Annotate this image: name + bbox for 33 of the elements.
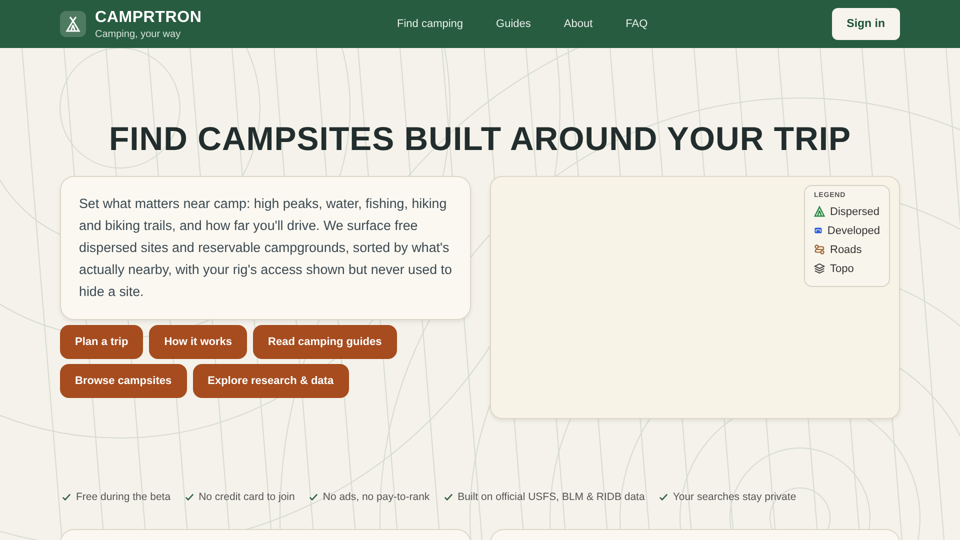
check-icon [184,493,194,501]
legend-label: Developed [827,224,880,236]
action-button[interactable]: Plan a trip [60,325,144,359]
tagline: Camping, your way [95,28,182,40]
tent-icon [814,206,825,217]
layers-icon [814,263,825,274]
building-icon [814,225,822,236]
action-button[interactable]: Read camping guides [253,325,397,359]
check-icon [658,493,668,501]
legend-label: Roads [830,244,862,256]
benefit-text: No ads, no pay-to-rank [322,491,430,503]
nav-link[interactable]: Guides [496,18,531,30]
legend-label: Topo [830,262,854,274]
check-icon [308,493,318,501]
nav-link[interactable]: Find camping [397,18,464,30]
action-button[interactable]: Explore research & data [192,364,349,398]
benefit-text: Free during the beta [76,491,171,503]
benefit-text: Built on official USFS, BLM & RIDB data [458,491,645,503]
nav-link[interactable]: FAQ [626,18,648,30]
benefit-text: Your searches stay private [672,491,796,503]
legend-label: Dispersed [830,206,880,218]
route-icon [814,244,825,255]
action-button[interactable]: How it works [149,325,248,359]
check-icon [444,493,453,501]
nav-link[interactable]: About [564,18,593,30]
sign-in-button[interactable]: Sign in [832,8,900,40]
benefit-text: No credit card to join [198,491,295,503]
action-button[interactable]: Browse campsites [60,364,187,398]
hero-title: FIND CAMPSITES BUILT AROUND YOUR TRIP [108,120,852,158]
tent-logo-icon [60,11,86,37]
check-icon [62,493,71,501]
brand-name: CAMPRTRON [95,8,202,26]
intro-text: Set what matters near camp: high peaks, water, fishing, hiking and biking trails, and how far you'll drive. We surface free dispersed sites and reservable campgrounds, sorted by what's actually nearby, with your rig's access shown but never used to hide a site. [79,195,452,301]
